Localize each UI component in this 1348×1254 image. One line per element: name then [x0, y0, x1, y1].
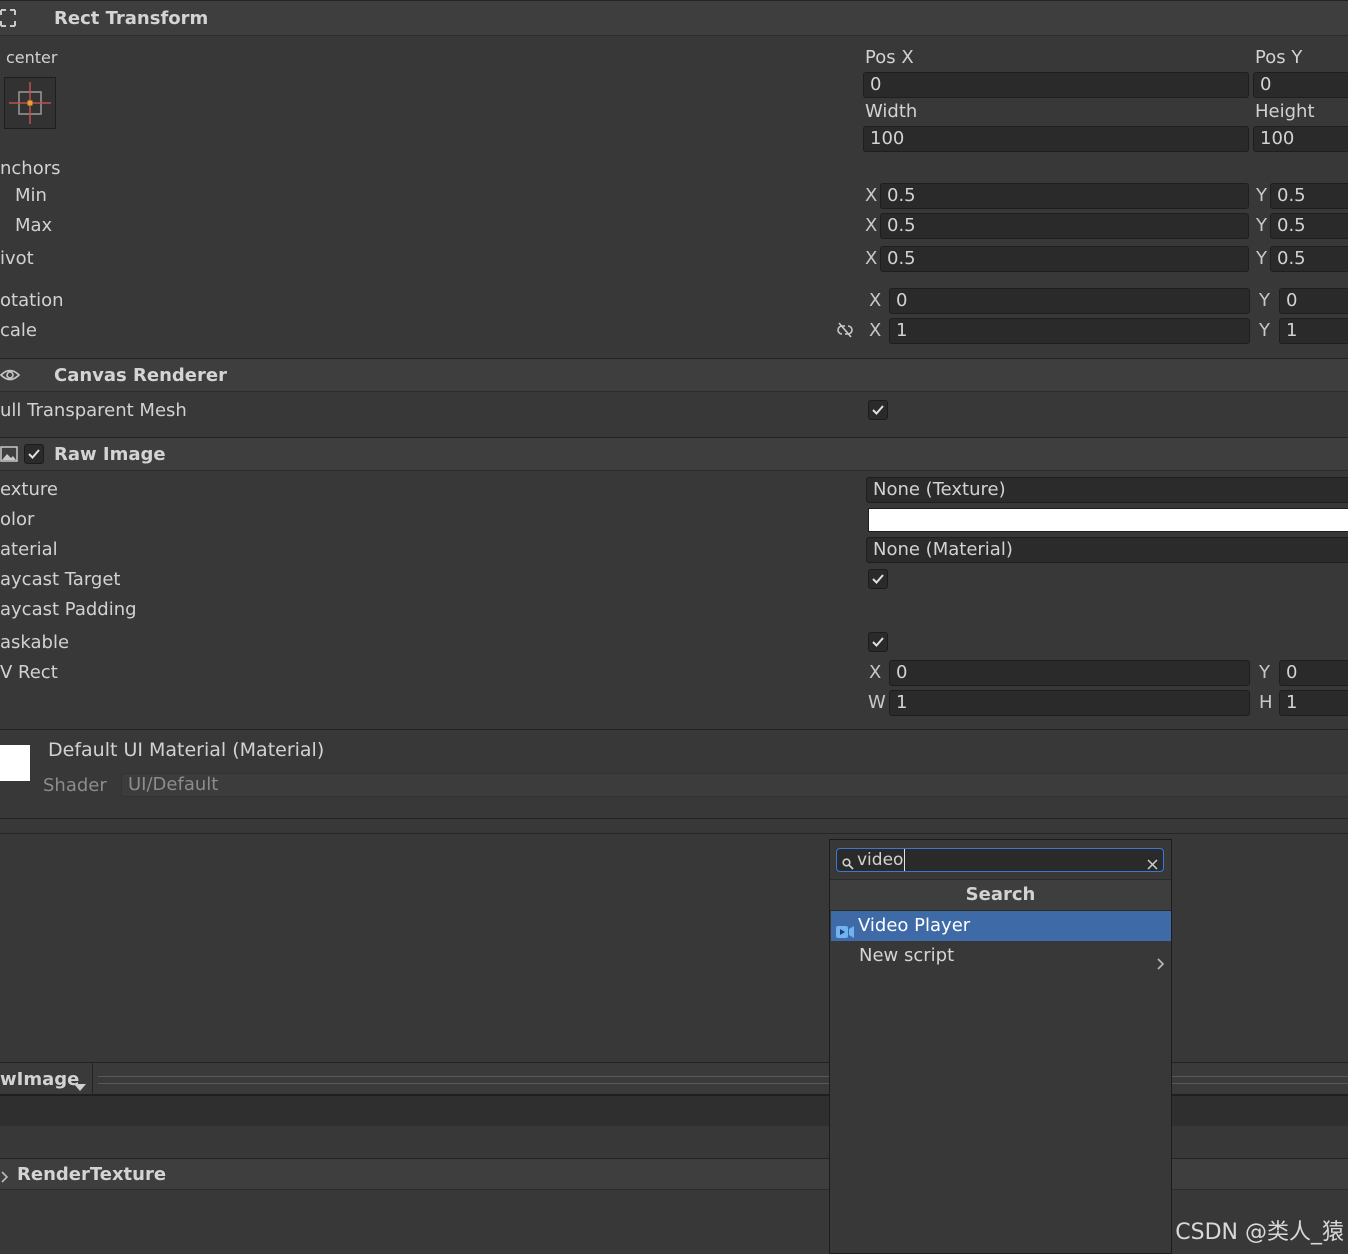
- uv-w-field[interactable]: 1: [889, 690, 1250, 716]
- anchor-preset-label: center: [6, 48, 58, 67]
- anchors-min-label: Min: [15, 185, 47, 206]
- shader-dropdown[interactable]: UI/Default: [121, 773, 1348, 797]
- anchors-max-label: Max: [15, 215, 53, 236]
- material-separator: [0, 729, 1348, 730]
- toolbar-divider: [92, 1063, 93, 1095]
- color-swatch[interactable]: [868, 508, 1348, 532]
- raycast-padding-label[interactable]: aycast Padding: [0, 599, 137, 620]
- rotation-y-axis: Y: [1259, 290, 1270, 311]
- cull-transparent-mesh-checkbox[interactable]: [868, 400, 888, 420]
- result-label: New script: [859, 945, 955, 966]
- anchors-max-x-field[interactable]: 0.5: [880, 213, 1249, 239]
- anchors-label: nchors: [0, 158, 61, 179]
- texture-label: exture: [0, 479, 58, 500]
- scale-y-axis: Y: [1259, 320, 1270, 341]
- link-icon[interactable]: [835, 321, 855, 344]
- uv-x-axis: X: [869, 662, 882, 683]
- material-object-field[interactable]: None (Material): [866, 537, 1348, 563]
- checkmark-icon: [872, 574, 884, 584]
- popup-header-title: Search: [965, 884, 1036, 905]
- popup-header: Search: [830, 879, 1171, 911]
- uv-h-field[interactable]: 1: [1279, 690, 1348, 716]
- material-label: aterial: [0, 539, 58, 560]
- result-new-script[interactable]: New script: [831, 941, 1171, 971]
- color-label: olor: [0, 509, 35, 530]
- height-label: Height: [1255, 101, 1315, 122]
- pivot-label: ivot: [0, 248, 34, 269]
- checkmark-icon: [28, 449, 40, 459]
- uv-h-axis: H: [1259, 692, 1273, 713]
- anchors-min-y-field[interactable]: 0.5: [1270, 183, 1348, 209]
- material-preview-swatch: [0, 745, 30, 781]
- component-title: Raw Image: [54, 444, 166, 465]
- pivot-x-axis: X: [865, 248, 878, 269]
- anchors-min-y-axis: Y: [1256, 185, 1267, 206]
- pivot-y-field[interactable]: 0.5: [1270, 246, 1348, 272]
- component-title: Rect Transform: [54, 8, 209, 29]
- search-box[interactable]: video: [836, 848, 1164, 872]
- uv-y-axis: Y: [1259, 662, 1270, 683]
- rotation-x-field[interactable]: 0: [889, 288, 1250, 314]
- width-field[interactable]: 100: [863, 126, 1249, 152]
- pivot-y-axis: Y: [1256, 248, 1267, 269]
- rotation-label: otation: [0, 290, 64, 311]
- maskable-label: askable: [0, 632, 70, 653]
- texture-object-field[interactable]: None (Texture): [866, 477, 1348, 503]
- maskable-checkbox[interactable]: [868, 632, 888, 652]
- chevron-right-icon: [1157, 950, 1165, 980]
- clear-search-icon[interactable]: [1147, 854, 1158, 875]
- anchor-preset-icon: [9, 82, 51, 124]
- search-input[interactable]: video: [857, 849, 906, 871]
- raycast-target-checkbox[interactable]: [868, 569, 888, 589]
- anchors-min-x-axis: X: [865, 185, 878, 206]
- checkmark-icon: [872, 405, 884, 415]
- anchors-max-y-axis: Y: [1256, 215, 1267, 236]
- material-title: Default UI Material (Material): [48, 739, 325, 761]
- caret-down-icon: [74, 1076, 86, 1097]
- add-component-popup: video Search Video Player New script: [829, 839, 1172, 1254]
- eye-icon: [0, 366, 21, 389]
- uv-x-field[interactable]: 0: [889, 660, 1250, 686]
- image-icon: [0, 446, 18, 467]
- result-label: Video Player: [858, 915, 971, 936]
- anchors-max-x-axis: X: [865, 215, 878, 236]
- canvas-renderer-header[interactable]: Canvas Renderer: [0, 358, 1348, 392]
- pos-x-label: Pos X: [865, 47, 914, 68]
- pos-y-field[interactable]: 0: [1253, 72, 1348, 98]
- watermark: CSDN @类人_猿: [1175, 1220, 1344, 1245]
- search-icon: [842, 854, 854, 875]
- rect-transform-header[interactable]: Rect Transform: [0, 0, 1348, 36]
- rotation-y-field[interactable]: 0: [1279, 288, 1348, 314]
- chevron-right-icon: [0, 1168, 10, 1189]
- raw-image-enabled-checkbox[interactable]: [24, 444, 44, 464]
- result-video-player[interactable]: Video Player: [831, 911, 1171, 941]
- anchors-min-x-field[interactable]: 0.5: [880, 183, 1249, 209]
- shader-label: Shader: [43, 775, 107, 796]
- rotation-x-axis: X: [869, 290, 882, 311]
- render-texture-label: RenderTexture: [17, 1164, 167, 1185]
- pos-y-label: Pos Y: [1255, 47, 1303, 68]
- pivot-x-field[interactable]: 0.5: [880, 246, 1249, 272]
- scale-label: cale: [0, 320, 38, 341]
- raw-image-header[interactable]: Raw Image: [0, 437, 1348, 471]
- pos-x-field[interactable]: 0: [863, 72, 1249, 98]
- scale-y-field[interactable]: 1: [1279, 318, 1348, 344]
- width-label: Width: [865, 101, 918, 122]
- section-separator: [0, 818, 1348, 819]
- raycast-target-label: aycast Target: [0, 569, 121, 590]
- checkmark-icon: [872, 637, 884, 647]
- anchors-max-y-field[interactable]: 0.5: [1270, 213, 1348, 239]
- uv-rect-label: V Rect: [0, 662, 58, 683]
- scale-x-field[interactable]: 1: [889, 318, 1250, 344]
- component-title: Canvas Renderer: [54, 365, 227, 386]
- anchor-preset-button[interactable]: [4, 77, 56, 129]
- cull-transparent-mesh-label: ull Transparent Mesh: [0, 400, 187, 421]
- scale-x-axis: X: [869, 320, 882, 341]
- uv-w-axis: W: [868, 692, 886, 713]
- preview-object-dropdown[interactable]: wImage: [0, 1069, 79, 1090]
- height-field[interactable]: 100: [1253, 126, 1348, 152]
- rect-transform-icon: [0, 9, 16, 32]
- uv-y-field[interactable]: 0: [1279, 660, 1348, 686]
